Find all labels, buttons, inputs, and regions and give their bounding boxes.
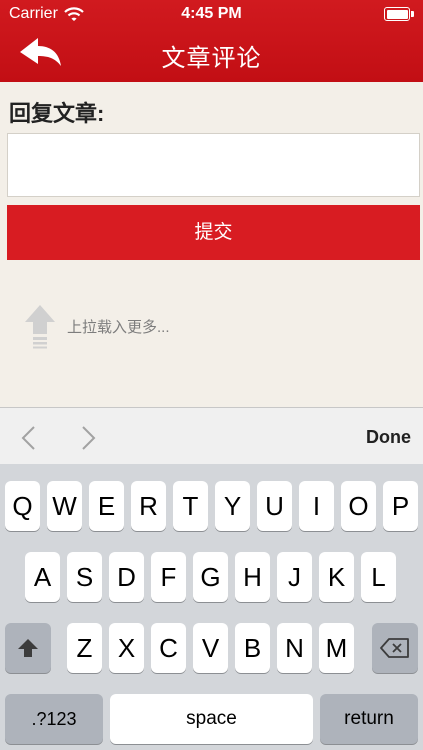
key-h[interactable]: H: [235, 552, 270, 602]
navigation-header: Carrier 4:45 PM 文章评论: [0, 0, 423, 82]
key-p[interactable]: P: [383, 481, 418, 531]
chevron-left-icon[interactable]: [18, 425, 40, 451]
submit-button[interactable]: 提交: [7, 205, 420, 260]
key-b[interactable]: B: [235, 623, 270, 673]
key-f[interactable]: F: [151, 552, 186, 602]
key-n[interactable]: N: [277, 623, 312, 673]
key-d[interactable]: D: [109, 552, 144, 602]
backspace-icon: [380, 638, 409, 658]
key-o[interactable]: O: [341, 481, 376, 531]
key-q[interactable]: Q: [5, 481, 40, 531]
pull-to-load-hint: 上拉载入更多...: [67, 319, 170, 336]
key-t[interactable]: T: [173, 481, 208, 531]
key-c[interactable]: C: [151, 623, 186, 673]
chevron-right-icon[interactable]: [77, 425, 99, 451]
return-key[interactable]: return: [320, 694, 418, 744]
key-y[interactable]: Y: [215, 481, 250, 531]
page-title: 文章评论: [161, 45, 262, 72]
key-e[interactable]: E: [89, 481, 124, 531]
key-l[interactable]: L: [361, 552, 396, 602]
comment-input[interactable]: [7, 133, 420, 197]
key-z[interactable]: Z: [67, 623, 102, 673]
keyboard: Q W E R T Y U I O P A S D F G H J K L Z …: [0, 464, 423, 750]
key-j[interactable]: J: [277, 552, 312, 602]
numbers-key[interactable]: .?123: [5, 694, 103, 744]
done-button[interactable]: Done: [366, 427, 411, 448]
pull-up-arrow-icon: [25, 305, 55, 349]
keyboard-accessory-bar: Done: [0, 407, 423, 464]
status-bar: Carrier 4:45 PM: [0, 0, 423, 28]
status-time: 4:45 PM: [181, 5, 242, 22]
backspace-key[interactable]: [372, 623, 418, 673]
battery-icon: [384, 7, 414, 21]
key-i[interactable]: I: [299, 481, 334, 531]
key-x[interactable]: X: [109, 623, 144, 673]
key-w[interactable]: W: [47, 481, 82, 531]
key-r[interactable]: R: [131, 481, 166, 531]
reply-label: 回复文章:: [9, 101, 105, 126]
key-m[interactable]: M: [319, 623, 354, 673]
shift-key[interactable]: [5, 623, 51, 673]
key-k[interactable]: K: [319, 552, 354, 602]
key-g[interactable]: G: [193, 552, 228, 602]
key-s[interactable]: S: [67, 552, 102, 602]
key-a[interactable]: A: [25, 552, 60, 602]
key-u[interactable]: U: [257, 481, 292, 531]
shift-arrow-icon: [18, 639, 38, 657]
key-v[interactable]: V: [193, 623, 228, 673]
space-key[interactable]: space: [110, 694, 313, 744]
